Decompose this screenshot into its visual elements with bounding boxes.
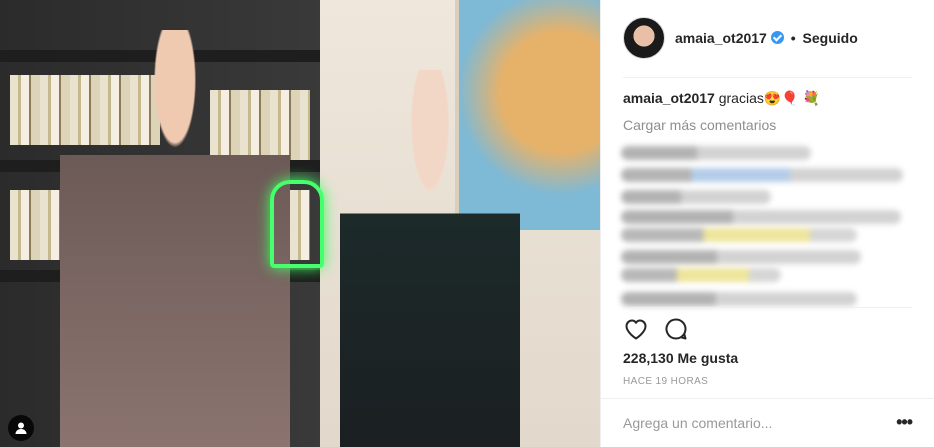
person-left: [60, 30, 290, 447]
blurred-comment: [621, 210, 901, 224]
verified-badge-icon: [770, 31, 784, 44]
comment-icon[interactable]: [663, 316, 689, 342]
user-tag-icon[interactable]: [8, 415, 34, 441]
avatar[interactable]: [623, 17, 665, 59]
divider: [623, 77, 912, 78]
post-sidebar: amaia_ot2017 • Seguido amaia_ot2017 grac…: [600, 0, 934, 447]
caption-username[interactable]: amaia_ot2017: [623, 90, 715, 106]
caption-text: gracias😍🎈 💐: [718, 90, 821, 106]
blurred-comment: [621, 250, 861, 264]
blurred-comment: [621, 268, 781, 282]
person-right: [340, 70, 520, 447]
post-timestamp: HACE 19 HORAS: [623, 376, 709, 387]
heart-icon[interactable]: [623, 316, 649, 342]
username-link[interactable]: amaia_ot2017: [675, 30, 767, 46]
divider: [623, 307, 912, 308]
divider: [601, 398, 934, 399]
separator: •: [790, 30, 796, 46]
post-header: amaia_ot2017 • Seguido: [601, 0, 934, 78]
post-photo[interactable]: [0, 0, 600, 447]
blurred-comment: [621, 146, 811, 160]
neon-cactus-lamp: [270, 180, 324, 268]
blurred-comment: [621, 292, 857, 306]
follow-status-button[interactable]: Seguido: [803, 30, 858, 46]
caption: amaia_ot2017 gracias😍🎈 💐: [623, 90, 820, 107]
username-row: amaia_ot2017 • Seguido: [675, 30, 858, 46]
load-more-comments[interactable]: Cargar más comentarios: [623, 117, 776, 133]
blurred-comment: [621, 190, 771, 204]
blurred-comment: [621, 168, 903, 182]
more-options-button[interactable]: •••: [896, 412, 913, 433]
post-actions: [623, 316, 689, 342]
blurred-comment: [621, 228, 857, 242]
like-count[interactable]: 228,130 Me gusta: [623, 350, 738, 366]
comment-input[interactable]: [623, 410, 883, 436]
